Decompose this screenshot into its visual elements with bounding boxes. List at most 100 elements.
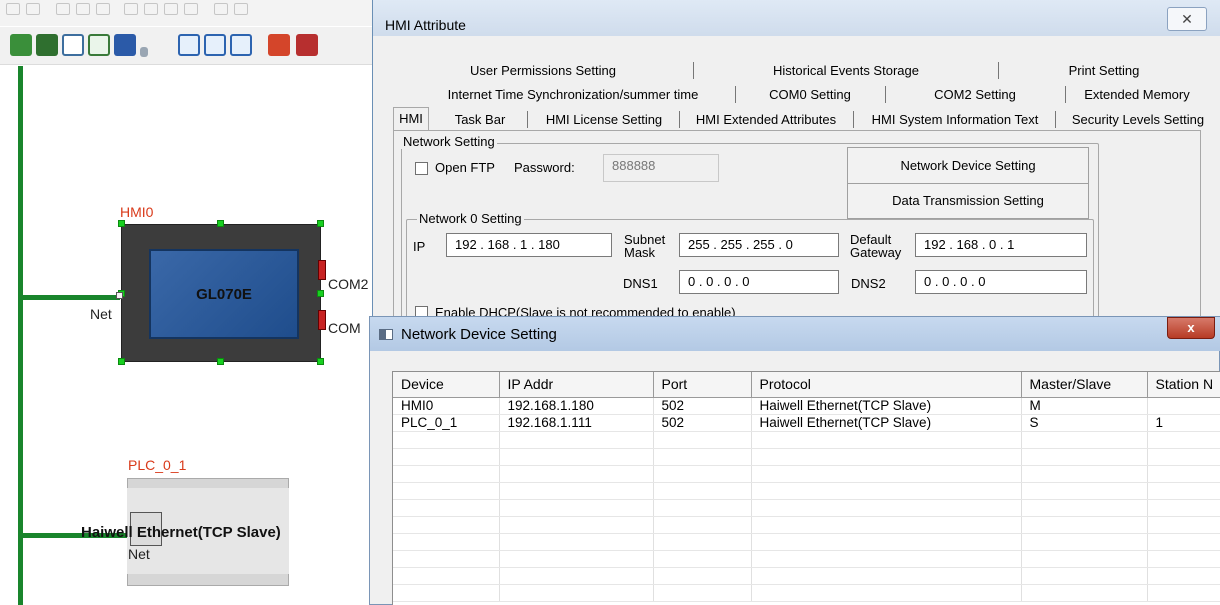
- menu-icon[interactable]: [164, 3, 178, 15]
- align-left-icon[interactable]: [178, 34, 200, 56]
- column-header-station-no[interactable]: Station N: [1147, 372, 1220, 398]
- cell-device: HMI0: [393, 397, 500, 415]
- ip-address-field[interactable]: 192 . 168 . 1 . 180: [446, 233, 612, 257]
- dialog-title-bar[interactable]: Network Device Setting x: [370, 317, 1220, 351]
- menu-icon[interactable]: [6, 3, 20, 15]
- table-row[interactable]: [393, 448, 1220, 466]
- window-icon: [379, 329, 393, 340]
- dns2-field[interactable]: 0 . 0 . 0 . 0: [915, 270, 1087, 294]
- selection-handle[interactable]: [317, 290, 324, 297]
- menu-icon[interactable]: [234, 3, 248, 15]
- tab-separator: [527, 111, 528, 128]
- selection-handle[interactable]: [317, 220, 324, 227]
- data-transmission-setting-button[interactable]: Data Transmission Setting: [847, 183, 1089, 219]
- table-row[interactable]: HMI0 192.168.1.180 502 Haiwell Ethernet(…: [393, 397, 1220, 415]
- align-center-icon[interactable]: [204, 34, 226, 56]
- table-row[interactable]: [393, 499, 1220, 517]
- ip-label: IP: [413, 239, 426, 254]
- tab-hmi-system-info[interactable]: HMI System Information Text: [855, 109, 1055, 130]
- import-icon[interactable]: [10, 34, 32, 56]
- default-gateway-field[interactable]: 192 . 168 . 0 . 1: [915, 233, 1087, 257]
- tab-hmi-license[interactable]: HMI License Setting: [529, 109, 679, 130]
- dns1-field[interactable]: 0 . 0 . 0 . 0: [679, 270, 839, 294]
- monitor-icon[interactable]: [296, 34, 318, 56]
- tab-separator: [1065, 86, 1066, 103]
- hmi-device[interactable]: GL070E: [121, 224, 321, 362]
- tab-extended-memory[interactable]: Extended Memory: [1067, 84, 1207, 105]
- close-button[interactable]: ✕: [1167, 7, 1207, 31]
- cell-ip-addr: 192.168.1.111: [499, 414, 654, 432]
- cell-ip-addr: 192.168.1.180: [499, 397, 654, 415]
- menu-icon[interactable]: [76, 3, 90, 15]
- close-button[interactable]: x: [1167, 317, 1215, 339]
- selection-handle[interactable]: [217, 358, 224, 365]
- plc-device-label: PLC_0_1: [128, 457, 187, 473]
- gateway-label-line2: Gateway: [850, 245, 902, 260]
- column-header-ip-addr[interactable]: IP Addr: [499, 372, 654, 398]
- menu-icon[interactable]: [26, 3, 40, 15]
- dropdown-icon[interactable]: [140, 47, 148, 57]
- table-row[interactable]: [393, 465, 1220, 483]
- hmi-net-port[interactable]: [116, 292, 123, 299]
- table-row[interactable]: [393, 550, 1220, 568]
- column-header-master-slave[interactable]: Master/Slave: [1021, 372, 1148, 398]
- hmi-com-port[interactable]: [318, 310, 326, 330]
- column-header-port[interactable]: Port: [653, 372, 752, 398]
- selection-handle[interactable]: [118, 220, 125, 227]
- menu-icon[interactable]: [56, 3, 70, 15]
- tab-hmi-extended-attributes[interactable]: HMI Extended Attributes: [681, 109, 851, 130]
- dns2-label: DNS2: [851, 276, 886, 291]
- menu-icon[interactable]: [184, 3, 198, 15]
- dialog-title-bar[interactable]: HMI Attribute ✕: [373, 0, 1220, 36]
- tab-time-sync[interactable]: Internet Time Synchronization/summer tim…: [413, 84, 733, 105]
- hmi-com2-port[interactable]: [318, 260, 326, 280]
- table-row[interactable]: [393, 533, 1220, 551]
- tab-task-bar[interactable]: Task Bar: [433, 109, 527, 130]
- table-row[interactable]: [393, 431, 1220, 449]
- menu-icon[interactable]: [124, 3, 138, 15]
- column-header-protocol[interactable]: Protocol: [751, 372, 1022, 398]
- selection-handle[interactable]: [317, 358, 324, 365]
- table-row[interactable]: [393, 482, 1220, 500]
- table-row[interactable]: [393, 567, 1220, 585]
- column-header-device[interactable]: Device: [393, 372, 500, 398]
- cell-master-slave: S: [1021, 414, 1148, 432]
- network-bus-line: [18, 66, 23, 605]
- download-icon[interactable]: [268, 34, 290, 56]
- screen-icon[interactable]: [36, 34, 58, 56]
- selection-handle[interactable]: [217, 220, 224, 227]
- tab-separator: [853, 111, 854, 128]
- subnet-mask-field[interactable]: 255 . 255 . 255 . 0: [679, 233, 839, 257]
- dns1-label: DNS1: [623, 276, 658, 291]
- selection-handle[interactable]: [118, 358, 125, 365]
- tab-hmi[interactable]: HMI: [393, 107, 429, 131]
- hmi-net-port-label: Net: [90, 306, 112, 322]
- cell-protocol: Haiwell Ethernet(TCP Slave): [751, 397, 1022, 415]
- tab-com2-setting[interactable]: COM2 Setting: [887, 84, 1063, 105]
- tab-security-levels[interactable]: Security Levels Setting: [1057, 109, 1219, 130]
- device-table[interactable]: Device IP Addr Port Protocol Master/Slav…: [392, 371, 1220, 605]
- menu-icon[interactable]: [214, 3, 228, 15]
- plc-protocol-label: Haiwell Ethernet(TCP Slave): [81, 524, 281, 541]
- car-icon[interactable]: [114, 34, 136, 56]
- grid-icon[interactable]: [88, 34, 110, 56]
- password-field[interactable]: 888888: [603, 154, 719, 182]
- tab-print-setting[interactable]: Print Setting: [999, 60, 1209, 81]
- tab-historical-events[interactable]: Historical Events Storage: [694, 60, 998, 81]
- table-row[interactable]: [393, 584, 1220, 602]
- tab-user-permissions[interactable]: User Permissions Setting: [393, 60, 693, 81]
- page-icon[interactable]: [62, 34, 84, 56]
- tab-separator: [1055, 111, 1056, 128]
- default-gateway-label: Default Gateway: [850, 233, 901, 259]
- open-ftp-checkbox[interactable]: [415, 162, 428, 175]
- menu-icon[interactable]: [96, 3, 110, 15]
- table-row[interactable]: PLC_0_1 192.168.1.111 502 Haiwell Ethern…: [393, 414, 1220, 432]
- align-right-icon[interactable]: [230, 34, 252, 56]
- menu-icon[interactable]: [144, 3, 158, 15]
- tab-com0-setting[interactable]: COM0 Setting: [737, 84, 883, 105]
- table-row[interactable]: [393, 516, 1220, 534]
- network-device-setting-button[interactable]: Network Device Setting: [847, 147, 1089, 184]
- tab-separator: [885, 86, 886, 103]
- toolbar: [0, 27, 372, 65]
- hmi-attribute-dialog: HMI Attribute ✕ User Permissions Setting…: [372, 0, 1220, 330]
